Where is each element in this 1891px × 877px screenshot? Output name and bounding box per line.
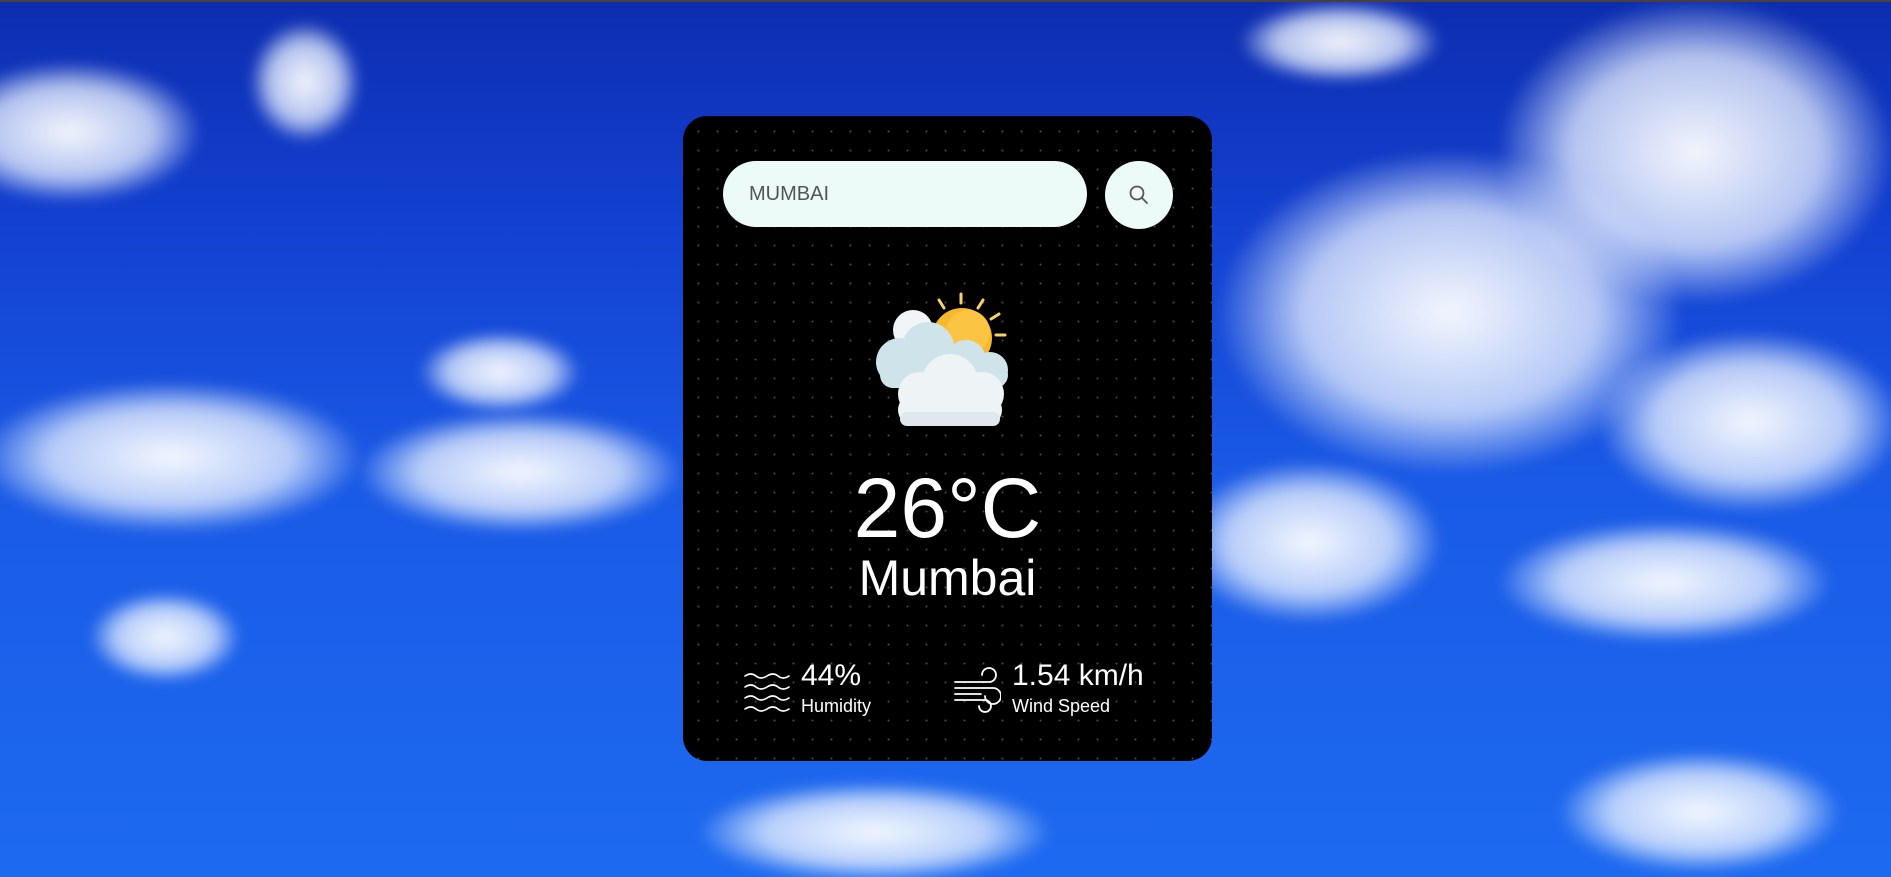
- cloud: [420, 332, 580, 412]
- search-button[interactable]: [1105, 161, 1173, 229]
- city-name: Mumbai: [858, 550, 1037, 606]
- city-search-input[interactable]: [723, 161, 1087, 227]
- cloud: [1180, 462, 1440, 622]
- cloud: [1600, 332, 1891, 512]
- cloud: [1240, 2, 1440, 82]
- cloud: [0, 62, 200, 202]
- humidity-label: Humidity: [801, 696, 872, 716]
- cloud: [1560, 752, 1840, 872]
- cloud: [250, 22, 360, 142]
- weather-card: 26°C Mumbai 44% Humidity 1.54 km/h Wind …: [683, 116, 1212, 761]
- cloud: [1500, 522, 1830, 642]
- cloud: [1500, 2, 1891, 302]
- search-icon: [1129, 185, 1148, 204]
- humidity-waves-icon: [744, 673, 790, 712]
- cloud: [90, 592, 240, 682]
- partly-cloudy-icon: [876, 292, 1008, 426]
- temperature: 26°C: [853, 461, 1042, 555]
- wind-speed-label: Wind Speed: [1012, 696, 1111, 716]
- wind-icon: [954, 667, 1001, 713]
- cloud: [360, 412, 680, 532]
- cloud: [700, 782, 1050, 877]
- wind-speed-value: 1.54 km/h: [1012, 659, 1144, 692]
- cloud: [0, 382, 360, 532]
- humidity-value: 44%: [801, 659, 862, 692]
